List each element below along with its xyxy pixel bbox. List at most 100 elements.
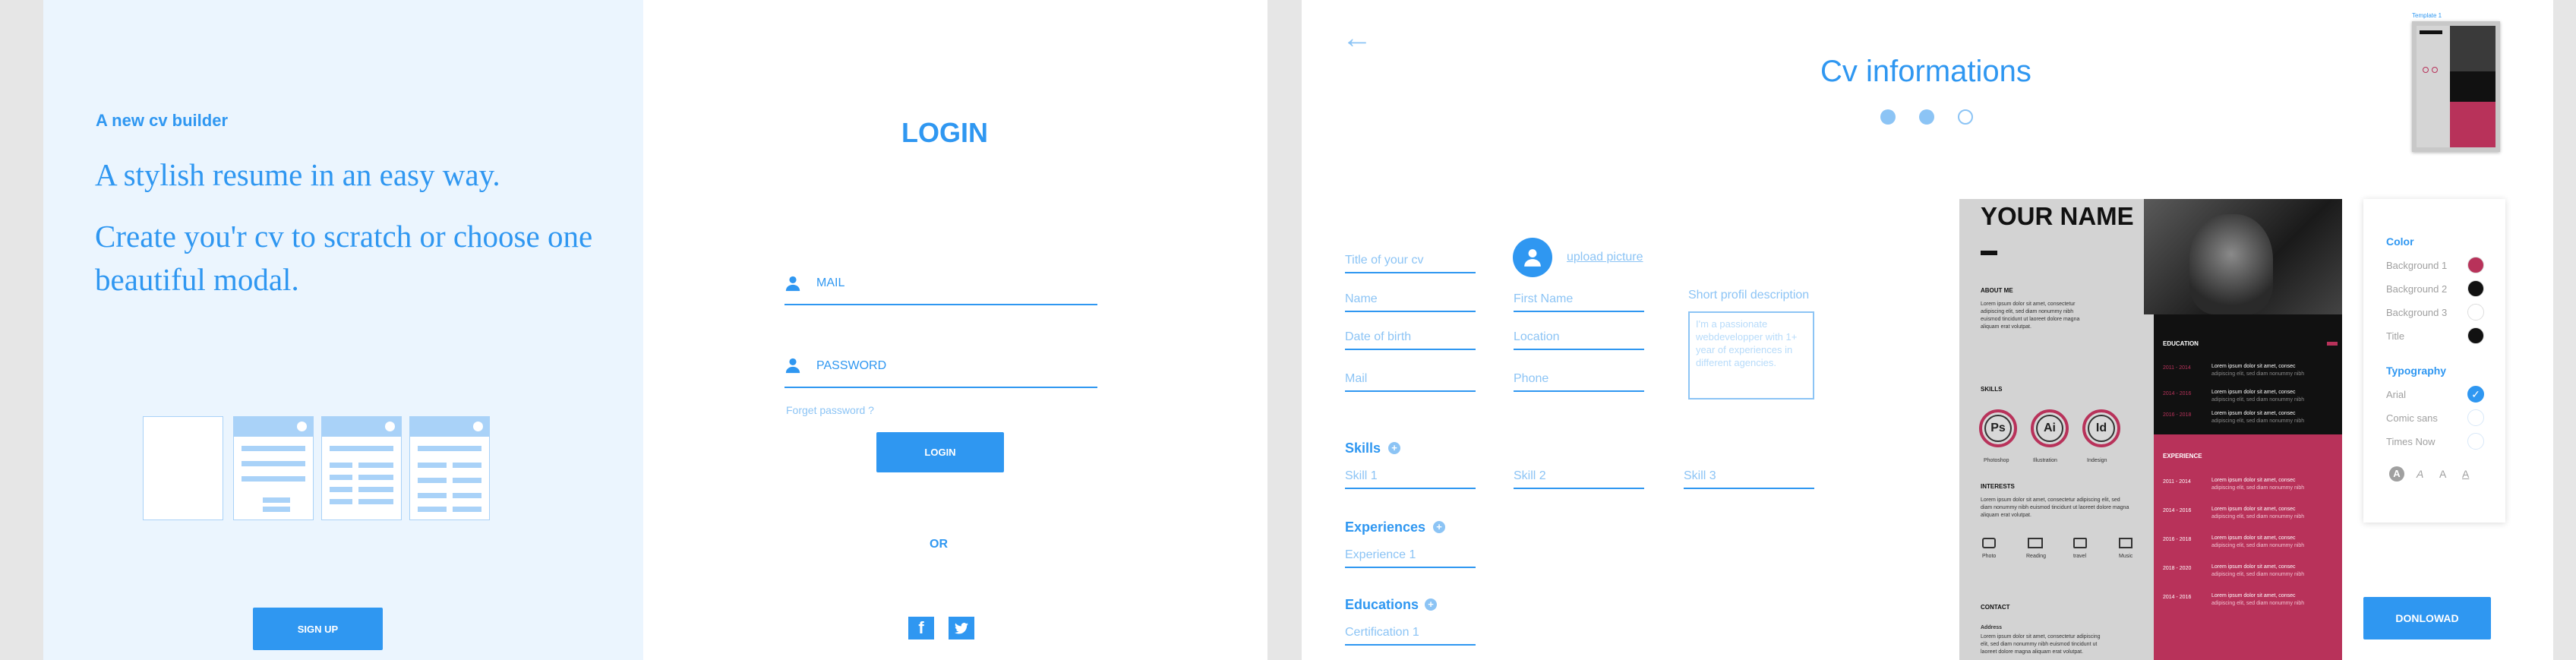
experience-entry: Lorem ipsum dolor sit amet, consec <box>2211 478 2296 483</box>
template-thumbnail[interactable] <box>2412 21 2500 152</box>
resume-preview: YOUR NAME ABOUT ME Lorem ipsum dolor sit… <box>1959 199 2342 660</box>
date-of-birth-field[interactable]: Date of birth <box>1345 330 1476 350</box>
preview-contact-title: CONTACT <box>1981 604 2010 611</box>
indesign-skill-icon: Id <box>2082 409 2120 447</box>
experience-entry: Lorem ipsum dolor sit amet, consec <box>2211 564 2296 570</box>
login-panel: LOGIN MAIL PASSWORD Forget password ? LO… <box>643 0 1267 660</box>
interest-label: travel <box>2073 554 2087 559</box>
name-field[interactable]: Name <box>1345 292 1476 312</box>
skill-1-field[interactable]: Skill 1 <box>1345 469 1476 489</box>
preview-interests-text: Lorem ipsum dolor sit amet, consectetur … <box>1981 497 2129 518</box>
intro-kicker: A new cv builder <box>96 111 229 130</box>
education-entry: Lorem ipsum dolor sit amet, consec <box>2211 364 2296 369</box>
password-label: PASSWORD <box>816 359 887 372</box>
facebook-icon[interactable]: f <box>908 617 934 639</box>
skill-3-field[interactable]: Skill 3 <box>1684 469 1814 489</box>
skill-name: Indesign <box>2087 458 2107 463</box>
mail-label: MAIL <box>816 276 845 289</box>
template-label: Template 1 <box>2412 12 2442 19</box>
step-dot-2[interactable] <box>1919 109 1934 125</box>
template-thumb-2 <box>321 416 402 520</box>
or-separator: OR <box>930 538 948 551</box>
cv-title-field[interactable]: Title of your cv <box>1345 254 1476 273</box>
interest-label: Music <box>2119 554 2133 559</box>
font-option-label: Times Now <box>2386 436 2436 447</box>
skills-section-label: Skills <box>1345 441 1381 456</box>
upload-picture-link[interactable]: upload picture <box>1567 251 1643 264</box>
back-arrow-icon[interactable]: ← <box>1342 23 1372 53</box>
font-style-underline-icon[interactable]: A <box>2462 468 2469 480</box>
certification-1-field[interactable]: Certification 1 <box>1345 626 1476 646</box>
color-swatch-background-1[interactable] <box>2467 257 2484 273</box>
preview-skills-title: SKILLS <box>1981 386 2003 393</box>
color-swatch-background-2[interactable] <box>2467 280 2484 297</box>
experience-date: 2014 - 2016 <box>2163 508 2192 513</box>
font-option-label: Arial <box>2386 389 2407 400</box>
signup-button[interactable]: SIGN UP <box>253 608 383 650</box>
template-thumb-1 <box>233 416 314 520</box>
experience-entry-sub: adipiscing elit, sed diam nonummy nibh <box>2211 601 2305 606</box>
twitter-icon[interactable] <box>949 617 974 639</box>
preview-about-title: ABOUT ME <box>1981 287 2013 294</box>
profile-photo <box>2144 199 2342 314</box>
education-entry: Lorem ipsum dolor sit amet, consec <box>2211 390 2296 395</box>
skill-2-field[interactable]: Skill 2 <box>1514 469 1644 489</box>
color-option-label: Title <box>2386 330 2405 342</box>
forgot-password-link[interactable]: Forget password ? <box>786 404 874 416</box>
color-swatch-title[interactable] <box>2467 327 2484 344</box>
preview-education-title: EDUCATION <box>2163 340 2199 347</box>
skill-name: Photoshop <box>1984 458 2009 463</box>
cv-page-title: Cv informations <box>1820 55 2031 88</box>
mail-underline <box>784 304 1097 305</box>
color-option-label: Background 3 <box>2386 307 2448 318</box>
education-date: 2016 - 2018 <box>2163 412 2192 418</box>
interest-label: Reading <box>2026 554 2047 559</box>
education-entry-sub: adipiscing elit, sed diam nonummy nibh <box>2211 371 2305 377</box>
mail-field-cv[interactable]: Mail <box>1345 372 1476 392</box>
cv-panel: ← Cv informations Template 1 Title of yo… <box>1302 0 2553 660</box>
experience-date: 2014 - 2016 <box>2163 595 2192 600</box>
download-button[interactable]: DONLOWAD <box>2363 597 2491 639</box>
experience-entry: Lorem ipsum dolor sit amet, consec <box>2211 593 2296 598</box>
experience-date: 2016 - 2018 <box>2163 537 2192 542</box>
short-profile-textarea[interactable]: I'm a passionate webdevelopper with 1+ y… <box>1688 311 1814 399</box>
add-experience-icon[interactable]: + <box>1433 521 1445 533</box>
font-radio[interactable] <box>2467 433 2484 450</box>
add-skill-icon[interactable]: + <box>1388 442 1400 454</box>
experience-date: 2018 - 2020 <box>2163 566 2192 571</box>
login-button[interactable]: LOGIN <box>876 432 1004 472</box>
preview-about-text: Lorem ipsum dolor sit amet, consectetur … <box>1981 302 2080 330</box>
checkmark-icon[interactable]: ✓ <box>2467 386 2484 403</box>
font-style-regular-icon[interactable]: A <box>2439 468 2446 480</box>
photoshop-skill-icon: Ps <box>1979 409 2017 447</box>
experience-entry-sub: adipiscing elit, sed diam nonummy nibh <box>2211 543 2305 548</box>
experience-entry-sub: adipiscing elit, sed diam nonummy nibh <box>2211 485 2305 491</box>
skill-name: Illustration <box>2033 458 2057 463</box>
add-education-icon[interactable]: + <box>1425 598 1437 611</box>
preview-address-label: Address <box>1981 625 2003 630</box>
education-date: 2011 - 2014 <box>2163 365 2191 371</box>
music-icon <box>2119 538 2132 548</box>
avatar-upload-icon[interactable] <box>1513 238 1552 277</box>
name-underline <box>1981 251 1997 255</box>
step-dot-1[interactable] <box>1880 109 1896 125</box>
experiences-section-label: Experiences <box>1345 519 1426 535</box>
color-swatch-background-3[interactable] <box>2467 304 2484 321</box>
education-entry-sub: adipiscing elit, sed diam nonummy nibh <box>2211 418 2305 424</box>
interest-label: Photo <box>1982 554 1997 559</box>
intro-subheadline: Create you'r cv to scratch or choose one… <box>95 219 593 297</box>
location-field[interactable]: Location <box>1514 330 1644 350</box>
template-thumb-3 <box>409 416 490 520</box>
color-section-title: Color <box>2386 235 2414 248</box>
experience-1-field[interactable]: Experience 1 <box>1345 548 1476 568</box>
step-dot-3[interactable] <box>1958 109 1973 125</box>
font-style-italic-icon[interactable]: A <box>2417 468 2423 480</box>
font-style-filled-icon[interactable]: A <box>2389 466 2404 482</box>
phone-field[interactable]: Phone <box>1514 372 1644 392</box>
font-option-label: Comic sans <box>2386 412 2438 424</box>
typography-section-title: Typography <box>2386 365 2447 377</box>
first-name-field[interactable]: First Name <box>1514 292 1644 312</box>
suitcase-icon <box>2073 538 2087 548</box>
book-icon <box>2028 538 2043 548</box>
font-radio[interactable] <box>2467 409 2484 426</box>
